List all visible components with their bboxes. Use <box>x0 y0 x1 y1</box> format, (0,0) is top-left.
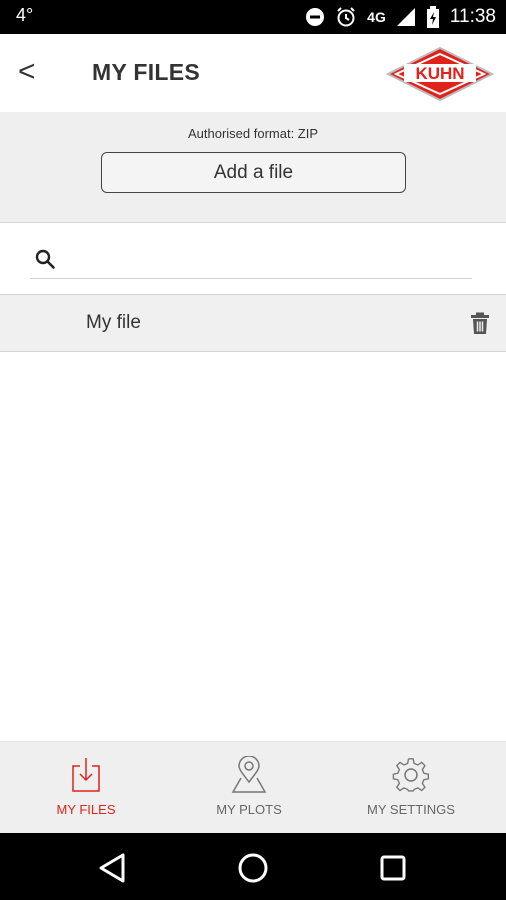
back-button[interactable]: < <box>18 54 36 90</box>
authorised-format-label: Authorised format: ZIP <box>187 126 319 141</box>
download-icon <box>72 758 100 792</box>
nav-my-settings[interactable]: MY SETTINGS <box>327 742 495 834</box>
notification-icon: 4° <box>16 5 34 25</box>
map-pin-icon <box>231 756 267 793</box>
network-type: 4G <box>367 9 386 25</box>
alarm-icon <box>337 7 355 27</box>
logo-text: KUHN <box>415 64 464 83</box>
trash-icon[interactable] <box>468 311 492 335</box>
add-file-button[interactable]: Add a file <box>101 152 406 193</box>
nav-my-files[interactable]: MY FILES <box>2 742 170 834</box>
signal-icon <box>396 8 415 26</box>
upload-panel: Authorised format: ZIP Add a file <box>0 112 506 223</box>
search-input[interactable] <box>70 244 464 274</box>
app-header: < MY FILES KUHN <box>0 34 506 112</box>
gear-icon <box>392 758 430 792</box>
bottom-nav: MY FILES MY PLOTS MY SETTINGS <box>0 741 506 834</box>
nav-label: MY FILES <box>56 802 116 817</box>
nav-my-plots[interactable]: MY PLOTS <box>165 742 333 834</box>
clock: 11:38 <box>449 6 496 27</box>
status-bar: 4° 4G 11:38 <box>0 0 506 34</box>
system-nav-bar <box>0 833 506 900</box>
search-icon[interactable] <box>34 248 56 270</box>
page-title: MY FILES <box>92 59 201 85</box>
search-bar <box>30 240 472 279</box>
kuhn-logo: KUHN <box>386 46 494 102</box>
home-circle-icon[interactable] <box>235 851 271 885</box>
nav-label: MY SETTINGS <box>367 802 455 817</box>
battery-icon <box>426 6 439 28</box>
file-name: My file <box>86 312 141 333</box>
file-list-item[interactable]: My file <box>0 294 506 352</box>
do-not-disturb-icon <box>306 8 325 26</box>
back-triangle-icon[interactable] <box>95 851 131 885</box>
nav-label: MY PLOTS <box>216 802 282 817</box>
status-icons: 4G 11:38 <box>305 4 496 30</box>
recents-square-icon[interactable] <box>375 851 411 885</box>
